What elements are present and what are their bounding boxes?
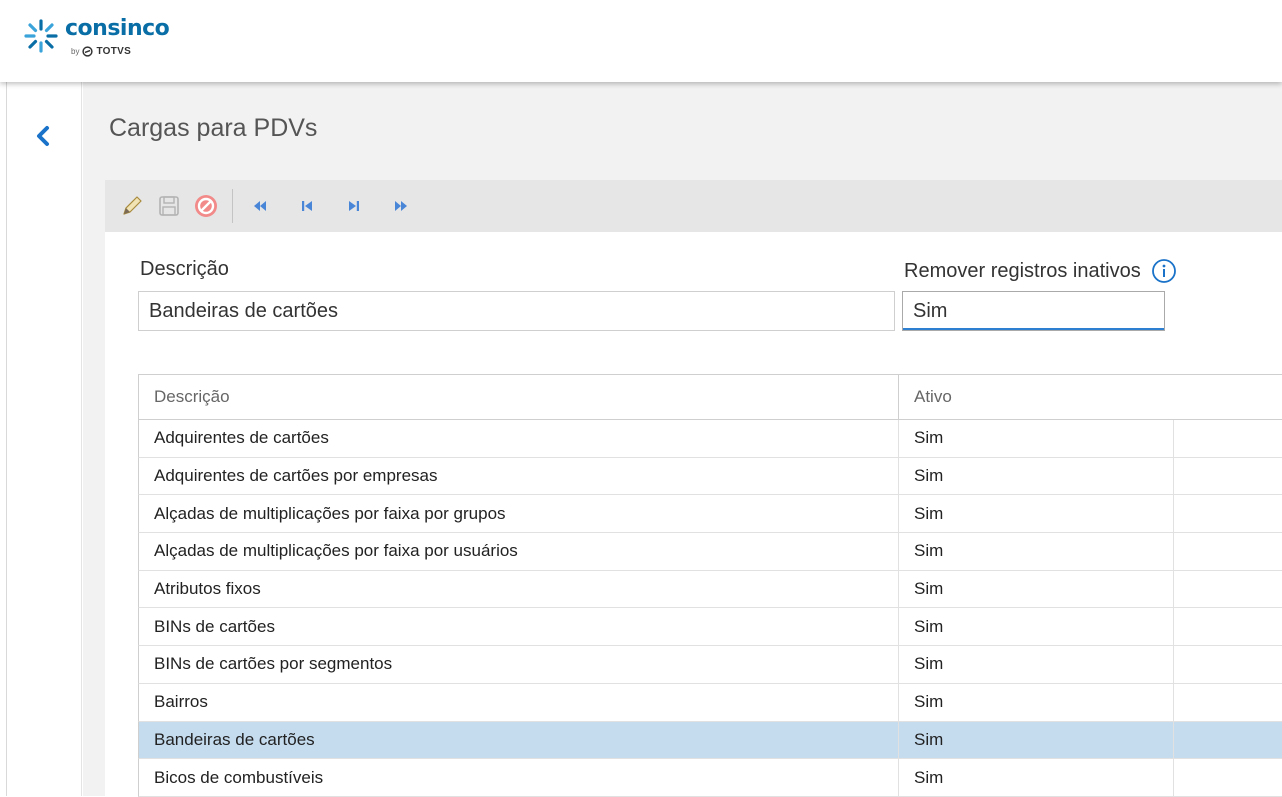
brand-logo[interactable]: consinco by TOTVS	[23, 16, 170, 57]
main-content: Cargas para PDVs Descrição Bandeiras de …	[83, 82, 1282, 797]
cell-descricao: Adquirentes de cartões	[139, 420, 899, 457]
cell-ativo: Sim	[899, 533, 1174, 570]
table-row[interactable]: BINs de cartões por segmentos Sim	[138, 646, 1282, 684]
cell-descricao: Alçadas de multiplicações por faixa por …	[139, 533, 899, 570]
info-icon[interactable]	[1151, 258, 1177, 284]
cell-descricao: Atributos fixos	[139, 570, 899, 608]
consinco-logo-icon	[24, 19, 58, 53]
cell-descricao: Bairros	[139, 683, 899, 721]
cell-descricao: BINs de cartões	[139, 608, 899, 646]
previous-record-button[interactable]	[292, 191, 322, 221]
cell-ativo: Sim	[899, 608, 1174, 646]
skip-back-icon	[302, 201, 312, 211]
chevron-left-icon	[37, 126, 49, 146]
column-header-ativo[interactable]: Ativo	[899, 375, 1282, 419]
brand-by: by	[71, 47, 80, 56]
descricao-input[interactable]	[138, 291, 895, 331]
first-record-button[interactable]	[245, 191, 275, 221]
remover-inativos-label: Remover registros inativos	[904, 259, 1141, 282]
grid-header: Descrição Ativo	[138, 374, 1282, 420]
cell-descricao: Alçadas de multiplicações por faixa por …	[139, 495, 899, 533]
column-header-descricao[interactable]: Descrição	[139, 375, 899, 419]
save-button[interactable]	[154, 191, 184, 221]
descricao-label: Descrição	[140, 258, 229, 280]
double-chevron-right-icon	[395, 201, 407, 211]
skip-forward-icon	[349, 201, 359, 211]
form-panel: Descrição Remover registros inativos Des…	[105, 180, 1282, 797]
table-row[interactable]: Alçadas de multiplicações por faixa por …	[138, 495, 1282, 534]
table-row[interactable]: Adquirentes de cartões Sim	[138, 420, 1282, 458]
edit-button[interactable]	[117, 191, 147, 221]
brand-partner: TOTVS	[96, 46, 132, 57]
app-header: consinco by TOTVS	[0, 0, 1282, 82]
toolbar-separator	[232, 189, 233, 223]
cell-ativo: Sim	[899, 646, 1174, 683]
cell-descricao: BINs de cartões por segmentos	[139, 646, 899, 683]
last-record-button[interactable]	[386, 191, 416, 221]
cell-ativo: Sim	[899, 570, 1174, 608]
table-row[interactable]: Atributos fixos Sim	[138, 570, 1282, 609]
pencil-icon	[123, 196, 142, 215]
table-row[interactable]: Alçadas de multiplicações por faixa por …	[138, 533, 1282, 571]
grid-body: Adquirentes de cartões Sim Adquirentes de …	[138, 420, 1282, 797]
floppy-disk-icon	[159, 196, 179, 216]
remover-inativos-input[interactable]	[902, 291, 1165, 331]
remover-inativos-label-group: Remover registros inativos	[904, 258, 1177, 284]
table-row[interactable]: BINs de cartões Sim	[138, 608, 1282, 647]
table-row[interactable]: Adquirentes de cartões por empresas Sim	[138, 457, 1282, 496]
prohibited-icon	[195, 195, 217, 217]
cancel-button[interactable]	[191, 191, 221, 221]
cell-ativo: Sim	[899, 759, 1174, 796]
next-record-button[interactable]	[339, 191, 369, 221]
cell-ativo: Sim	[899, 721, 1174, 759]
cell-ativo: Sim	[899, 495, 1174, 533]
cargas-grid: Descrição Ativo Adquirentes de cartões Si…	[138, 374, 1282, 797]
double-chevron-left-icon	[254, 201, 266, 211]
table-row[interactable]: Bicos de combustíveis Sim	[138, 759, 1282, 797]
back-button[interactable]	[33, 124, 53, 148]
left-sidebar	[0, 0, 82, 796]
cell-descricao: Bandeiras de cartões	[139, 721, 899, 759]
cell-ativo: Sim	[899, 420, 1174, 457]
cell-descricao: Adquirentes de cartões por empresas	[139, 457, 899, 495]
page-title: Cargas para PDVs	[109, 114, 318, 142]
table-row[interactable]: Bandeiras de cartões Sim	[138, 721, 1282, 760]
table-row[interactable]: Bairros Sim	[138, 683, 1282, 722]
brand-byline: by TOTVS	[71, 46, 169, 57]
totvs-logo-icon	[82, 46, 94, 57]
record-toolbar	[105, 180, 1282, 232]
brand-name: consinco	[65, 16, 170, 41]
cell-ativo: Sim	[899, 683, 1174, 721]
cell-ativo: Sim	[899, 457, 1174, 495]
cell-descricao: Bicos de combustíveis	[139, 759, 899, 796]
